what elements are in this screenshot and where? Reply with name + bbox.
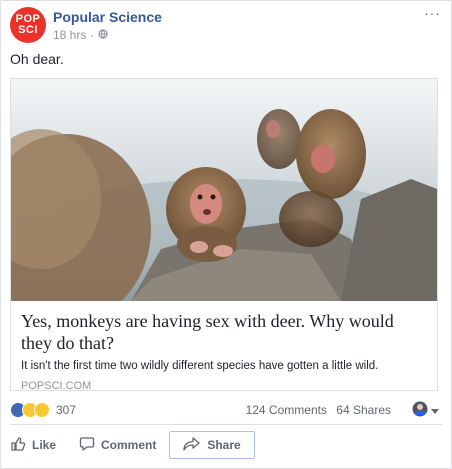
post-card: POP SCI Popular Science 18 hrs · ··· Oh … [0, 0, 452, 469]
comments-count[interactable]: 124 Comments [246, 403, 327, 417]
reaction-count[interactable]: 307 [56, 403, 76, 417]
comment-icon [79, 436, 95, 455]
link-domain: POPSCI.COM [21, 380, 92, 392]
timestamp[interactable]: 18 hrs [53, 28, 86, 42]
link-body[interactable]: Yes, monkeys are having sex with deer. W… [21, 310, 427, 392]
post-message: Oh dear. [10, 51, 64, 67]
meta-separator: · [90, 28, 95, 42]
thumbs-up-icon [10, 436, 26, 455]
comment-button[interactable]: Comment [79, 431, 156, 459]
comment-label: Comment [101, 438, 157, 452]
avatar-line-2: SCI [18, 24, 38, 36]
viewer-avatar-icon [412, 401, 428, 420]
link-preview[interactable]: Yes, monkeys are having sex with deer. W… [10, 78, 438, 392]
globe-icon[interactable] [98, 28, 108, 42]
share-arrow-icon [183, 436, 201, 455]
more-icon[interactable]: ··· [424, 5, 441, 21]
shares-count[interactable]: 64 Shares [336, 403, 391, 417]
wow-reaction-icon [34, 402, 50, 418]
post-header: POP SCI Popular Science 18 hrs · ··· [10, 5, 441, 43]
like-label: Like [32, 438, 57, 452]
chevron-down-icon [431, 404, 439, 418]
divider [10, 424, 442, 425]
link-title[interactable]: Yes, monkeys are having sex with deer. W… [21, 310, 427, 354]
action-bar: Like Comment Share [1, 429, 451, 461]
post-meta: 18 hrs · [53, 28, 108, 42]
viewer-selector[interactable] [412, 401, 439, 420]
page-name-link[interactable]: Popular Science [53, 9, 162, 25]
page-avatar[interactable]: POP SCI [10, 7, 46, 43]
like-button[interactable]: Like [10, 431, 56, 459]
share-label: Share [207, 438, 241, 452]
engagement-counts: 124 Comments 64 Shares [240, 403, 391, 417]
share-button[interactable]: Share [169, 431, 255, 459]
link-image[interactable] [11, 79, 437, 301]
reactions-bar: 307 124 Comments 64 Shares [10, 400, 439, 420]
link-description: It isn't the first time two wildly diffe… [21, 360, 379, 372]
reaction-icons[interactable] [10, 402, 50, 418]
